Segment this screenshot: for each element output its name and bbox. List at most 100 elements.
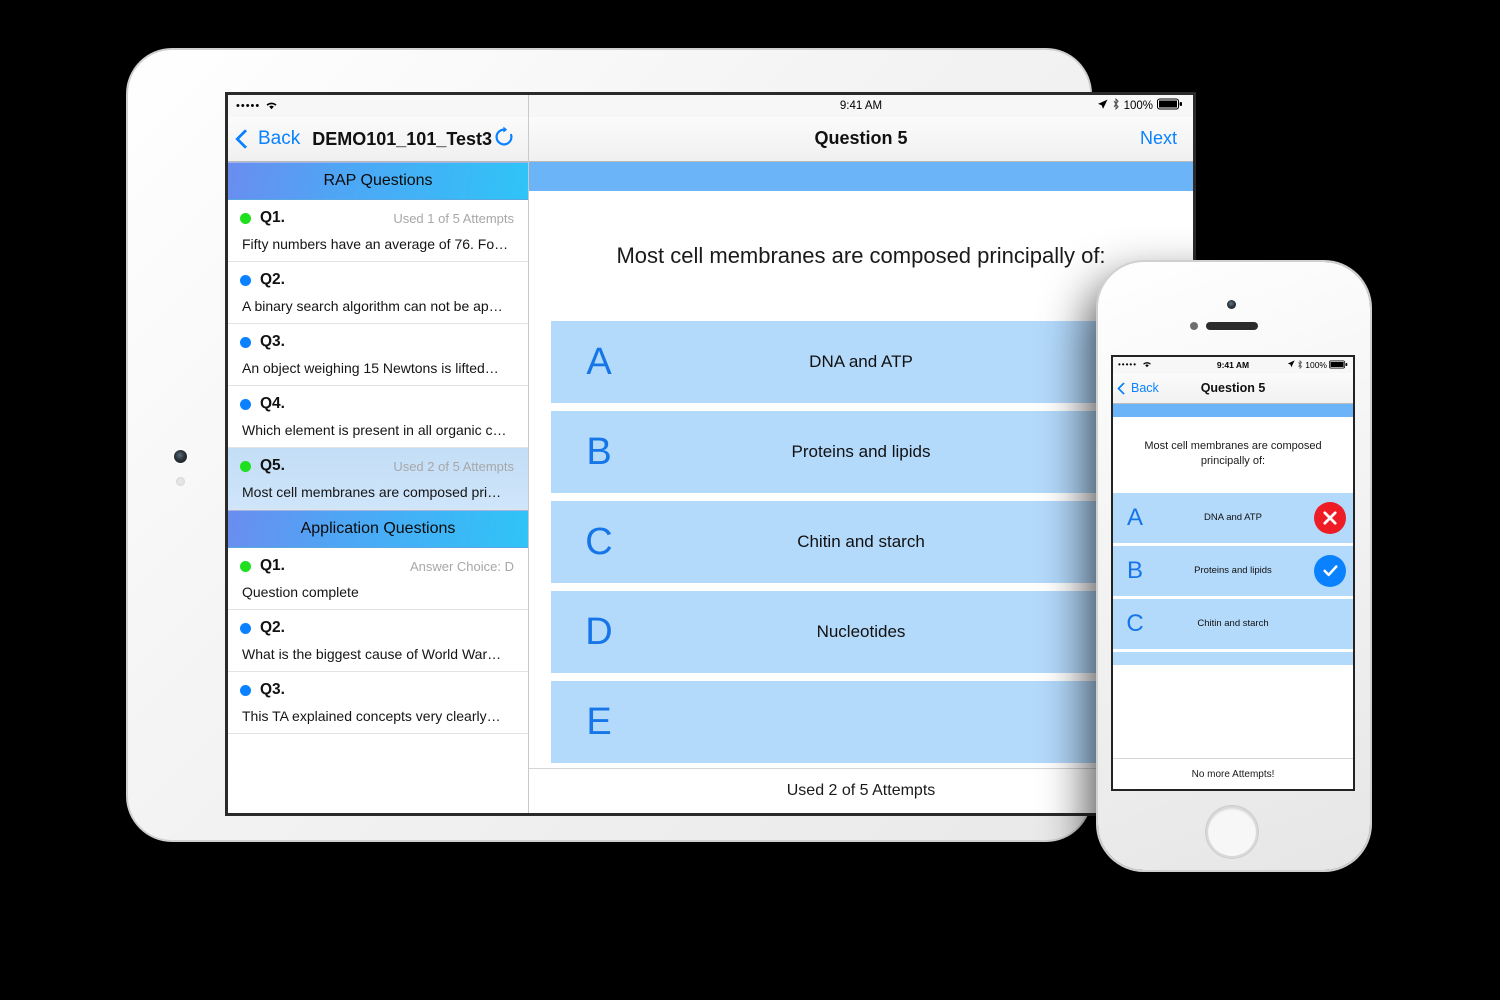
page-title: DEMO101_101_Test3 [312, 128, 493, 149]
iphone-camera-icon [1227, 300, 1236, 309]
list-item-header: Q1. Used 1 of 5 Attempts [240, 209, 514, 227]
detail-progress-bar [529, 161, 1193, 192]
status-dot-icon [240, 274, 251, 286]
iphone-navbar: Back Question 5 [1113, 373, 1353, 404]
question-id: Q1. [260, 557, 285, 574]
answer-option[interactable]: C Chitin and starch [1113, 598, 1353, 649]
iphone-option-partial[interactable] [1113, 651, 1353, 665]
back-label: Back [258, 128, 301, 149]
detail-pane: 9:41 AM 100% Question 5 Next Most cell m… [529, 95, 1193, 813]
ipad-status-bar-left: ••••• [228, 95, 528, 117]
question-meta: Used 1 of 5 Attempts [393, 210, 514, 226]
iphone-title: Question 5 [1200, 381, 1266, 395]
iphone-status-bar: ••••• 9:41 AM 100% [1113, 357, 1353, 373]
iphone-speaker-icon [1206, 322, 1258, 330]
list-item-header: Q1. Answer Choice: D [240, 557, 514, 575]
question-meta: Used 2 of 5 Attempts [393, 458, 514, 474]
option-letter: E [586, 700, 612, 743]
status-indicators: 100% [1097, 98, 1183, 113]
wifi-icon [265, 100, 278, 113]
status-dot-icon [240, 684, 251, 696]
question-preview: An object weighing 15 Newtons is lifted… [242, 360, 499, 376]
question-prompt: Most cell membranes are composed princip… [616, 243, 1106, 269]
question-id: Q5. [260, 457, 285, 474]
sidebar-sections: RAP Questions Q1. Used 1 of 5 Attempts Fift… [228, 162, 528, 734]
question-preview: This TA explained concepts very clearly… [242, 708, 501, 724]
sidebar: ••••• Back DEMO101_101_Test3 RAP Questio… [228, 95, 529, 813]
question-list-item[interactable]: Q1. Used 1 of 5 Attempts Fifty numbers hav… [228, 200, 528, 262]
option-letter: C [1126, 609, 1144, 637]
list-item-header: Q2. [240, 271, 514, 289]
question-list-item[interactable]: Q5. Used 2 of 5 Attempts Most cell membran… [228, 448, 528, 510]
question-preview: Which element is present in all organic … [242, 422, 507, 438]
signal-dots-icon: ••••• [236, 99, 261, 112]
option-letter: A [1126, 503, 1143, 531]
status-time: 9:41 AM [839, 99, 883, 112]
detail-title: Question 5 [814, 128, 908, 149]
iphone-home-button[interactable] [1206, 806, 1258, 858]
option-text: Chitin and starch [1197, 618, 1269, 630]
question-list-item[interactable]: Q2. What is the biggest cause of World Wa… [228, 610, 528, 672]
attempts-footer: Used 2 of 5 Attempts [529, 768, 1193, 813]
option-letter: B [1126, 556, 1143, 584]
answer-option[interactable]: A DNA and ATP [1113, 492, 1353, 543]
back-button[interactable]: Back [235, 128, 301, 150]
question-id: Q1. [260, 209, 285, 226]
question-list-item[interactable]: Q2. A binary search algorithm can not be … [228, 262, 528, 324]
section-header: RAP Questions [228, 162, 528, 200]
correct-icon [1314, 554, 1346, 587]
list-item-header: Q4. [240, 395, 514, 413]
answer-option[interactable]: C Chitin and starch [551, 501, 1171, 584]
question-list-item[interactable]: Q1. Answer Choice: D Question complete [228, 548, 528, 610]
question-id: Q3. [260, 333, 285, 350]
question-list-item[interactable]: Q4. Which element is present in all organ… [228, 386, 528, 448]
chevron-left-icon [235, 129, 255, 149]
incorrect-icon [1314, 501, 1346, 534]
question-preview: A binary search algorithm can not be ap… [242, 298, 503, 314]
answer-option[interactable]: E [551, 681, 1171, 764]
section-header: Application Questions [228, 510, 528, 548]
question-preview: Question complete [242, 584, 359, 600]
iphone-sensor-icon [1190, 322, 1198, 330]
answer-options-list: A DNA and ATP B Proteins and lipids C Chitin … [529, 321, 1193, 768]
question-list-item[interactable]: Q3. An object weighing 15 Newtons is lift… [228, 324, 528, 386]
status-dot-icon [240, 460, 251, 472]
iphone-answer-options-list: A DNA and ATP B Proteins and lipids C Chitin … [1113, 492, 1353, 652]
option-text: DNA and ATP [809, 352, 913, 372]
ipad-sensor-icon [176, 477, 185, 486]
question-meta: Answer Choice: D [409, 558, 514, 574]
list-item-header: Q3. [240, 681, 514, 699]
location-arrow-icon [1287, 360, 1295, 370]
option-text: Chitin and starch [797, 532, 925, 552]
option-text: Nucleotides [816, 622, 906, 642]
answer-option[interactable]: B Proteins and lipids [1113, 545, 1353, 596]
question-id: Q2. [260, 271, 285, 288]
battery-icon [1157, 98, 1183, 113]
answer-option[interactable]: A DNA and ATP [551, 321, 1171, 404]
option-letter: C [585, 520, 613, 563]
refresh-icon[interactable] [492, 125, 516, 154]
question-preview: Most cell membranes are composed pri… [242, 484, 502, 500]
question-list-item[interactable]: Q3. This TA explained concepts very clear… [228, 672, 528, 734]
question-preview: Fifty numbers have an average of 76. Fo… [242, 236, 509, 252]
answer-option[interactable]: B Proteins and lipids [551, 411, 1171, 494]
iphone-progress-bar [1113, 404, 1353, 417]
ipad-screen: ••••• Back DEMO101_101_Test3 RAP Questio… [228, 95, 1193, 813]
back-button[interactable]: Back [1117, 381, 1159, 395]
iphone-attempts-footer: No more Attempts! [1113, 758, 1353, 789]
bluetooth-icon [1297, 359, 1303, 371]
status-dot-icon [240, 560, 251, 572]
list-item-header: Q3. [240, 333, 514, 351]
question-id: Q2. [260, 619, 285, 636]
option-letter: B [586, 430, 612, 473]
next-button[interactable]: Next [1140, 128, 1177, 149]
status-dot-icon [240, 336, 251, 348]
ipad-status-bar-right: 9:41 AM 100% [529, 95, 1193, 117]
bluetooth-icon [1112, 98, 1120, 113]
back-label: Back [1131, 381, 1159, 395]
question-preview: What is the biggest cause of World War… [242, 646, 502, 662]
location-arrow-icon [1097, 99, 1108, 113]
sidebar-navbar: Back DEMO101_101_Test3 [228, 117, 528, 162]
answer-option[interactable]: D Nucleotides [551, 591, 1171, 674]
battery-percent: 100% [1305, 360, 1327, 370]
